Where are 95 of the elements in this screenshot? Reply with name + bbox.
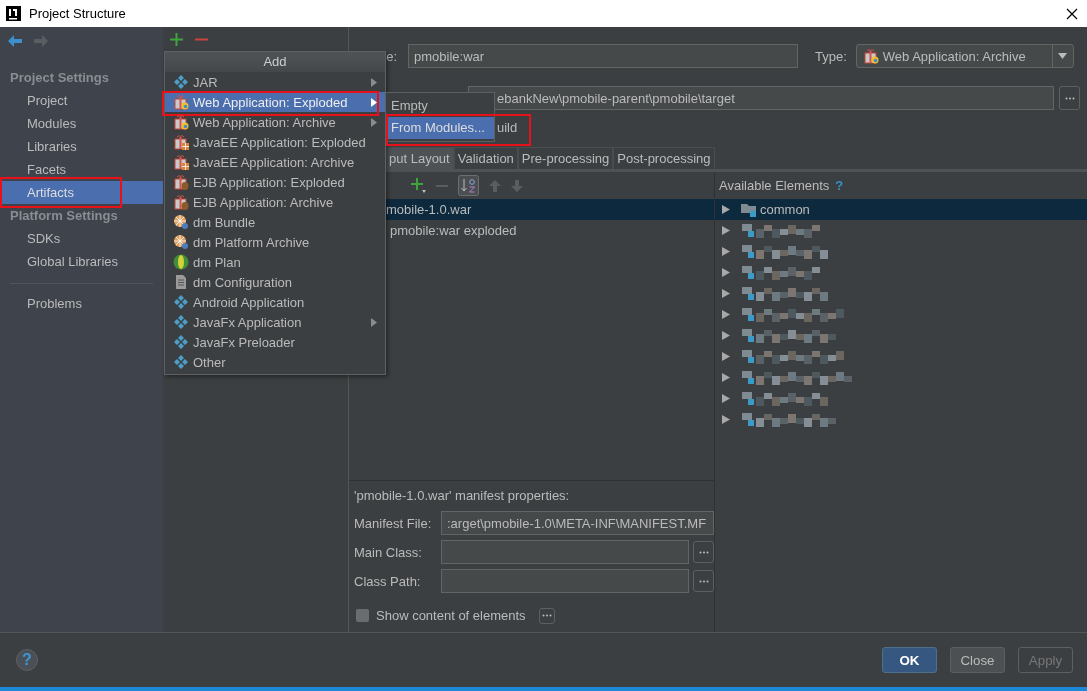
menu-item[interactable]: From Modules... — [386, 117, 494, 139]
expand-arrow-icon — [722, 205, 730, 214]
plus-icon — [170, 33, 183, 46]
modules-icon — [173, 354, 189, 370]
menu-item[interactable]: Other — [165, 352, 385, 372]
gift-globe-icon — [173, 114, 189, 130]
menu-item[interactable]: JavaFx Application — [165, 312, 385, 332]
browse-button[interactable] — [693, 570, 714, 592]
dropdown-arrow-icon — [1058, 53, 1068, 59]
gift-globe-icon — [862, 48, 879, 64]
menu-item[interactable]: JavaEE Application: Archive — [165, 152, 385, 172]
menu-title: Add — [165, 52, 385, 72]
gift-bean-icon — [173, 194, 189, 210]
text-field[interactable] — [441, 540, 689, 564]
ellipsis-icon — [1064, 96, 1075, 100]
checkbox-label: uild — [497, 120, 518, 135]
tab[interactable]: Post-processing — [613, 147, 715, 169]
expand-arrow-icon — [722, 268, 730, 277]
sidebar-item[interactable]: Problems — [0, 292, 163, 315]
expand-arrow-icon — [722, 352, 730, 361]
tab[interactable]: Pre-processing — [517, 147, 614, 169]
field-label: Type: — [815, 48, 847, 64]
menu-item[interactable]: Android Application — [165, 292, 385, 312]
field-label: Class Path: — [354, 573, 422, 589]
field-label: Manifest File: — [354, 515, 433, 531]
globe-icon — [173, 254, 189, 270]
field-label: e: — [385, 48, 397, 64]
close-icon — [1066, 7, 1078, 20]
window-title: Project Structure — [29, 6, 127, 21]
text-field[interactable] — [441, 569, 689, 593]
expand-arrow-icon — [722, 415, 730, 424]
menu-item[interactable]: JavaEE Application: Exploded — [165, 132, 385, 152]
app-icon — [6, 6, 21, 21]
name-field[interactable]: pmobile:war — [408, 44, 798, 68]
module-folder-icon — [741, 202, 757, 217]
expand-arrow-icon — [722, 226, 730, 235]
gift-globe-icon — [173, 94, 189, 110]
up-arrow-icon — [489, 179, 501, 192]
section-heading: 'pmobile-1.0.war' manifest properties: — [354, 488, 571, 504]
text-field[interactable]: :arget\pmobile-1.0\META-INF\MANIFEST.MF — [441, 511, 714, 535]
browse-button[interactable] — [693, 541, 714, 563]
checkbox[interactable] — [356, 609, 369, 622]
modules-icon — [173, 294, 189, 310]
ball-icon — [173, 234, 189, 250]
sidebar-item[interactable]: SDKs — [0, 227, 163, 250]
sort-icon — [458, 175, 479, 196]
expand-arrow-icon — [722, 373, 730, 382]
modules-icon — [173, 314, 189, 330]
menu-item[interactable]: JavaFx Preloader — [165, 332, 385, 352]
menu-item[interactable]: dm Configuration — [165, 272, 385, 292]
gift-grid-icon — [173, 134, 189, 150]
section-header: Platform Settings — [9, 207, 119, 225]
sidebar-item[interactable]: Global Libraries — [0, 250, 163, 273]
expand-arrow-icon — [722, 394, 730, 403]
field-label: Main Class: — [354, 544, 423, 560]
document-icon — [173, 274, 189, 290]
sidebar-item[interactable]: Libraries — [0, 135, 163, 158]
ellipsis-icon — [698, 550, 709, 554]
forward-icon — [34, 35, 48, 47]
browse-button[interactable] — [1059, 86, 1080, 110]
modules-icon — [173, 74, 189, 90]
section-header: Project Settings — [9, 69, 110, 87]
menu-item[interactable]: EJB Application: Exploded — [165, 172, 385, 192]
sidebar-item[interactable]: Artifacts — [0, 181, 163, 204]
options-button[interactable] — [538, 607, 555, 624]
ellipsis-icon — [698, 579, 709, 583]
ellipsis-icon — [541, 614, 552, 617]
tab[interactable]: Validation — [453, 147, 518, 169]
expand-arrow-icon — [722, 331, 730, 340]
expand-arrow-icon — [722, 310, 730, 319]
tree-item[interactable]: common — [715, 199, 1087, 220]
sidebar-item[interactable]: Project — [0, 89, 163, 112]
checkbox-label: Show content of elements — [376, 608, 526, 623]
gift-grid-icon — [173, 154, 189, 170]
menu-item[interactable]: dm Plan — [165, 252, 385, 272]
output-directory-field[interactable]: ebankNew\pmobile-parent\pmobile\target — [468, 86, 1054, 110]
type-dropdown[interactable]: Web Application: Archive — [855, 44, 1074, 68]
tab[interactable]: put Layout — [385, 147, 454, 169]
help-link[interactable]: ? — [835, 178, 844, 193]
menu-item[interactable]: Web Application: Archive — [165, 112, 385, 132]
sidebar-item[interactable]: Modules — [0, 112, 163, 135]
modules-icon — [173, 334, 189, 350]
menu-item[interactable]: dm Platform Archive — [165, 232, 385, 252]
back-icon — [8, 35, 22, 47]
dialog-button[interactable]: Close — [950, 647, 1005, 673]
menu-item[interactable]: JAR — [165, 72, 385, 92]
panel-title: Available Elements — [719, 178, 830, 193]
down-arrow-icon — [511, 179, 523, 192]
add-icon — [411, 178, 426, 193]
sidebar-item[interactable]: Facets — [0, 158, 163, 181]
ball-icon — [173, 214, 189, 230]
expand-arrow-icon — [722, 247, 730, 256]
dialog-button[interactable]: OK — [882, 647, 937, 673]
expand-arrow-icon — [722, 289, 730, 298]
gift-bean-icon — [173, 174, 189, 190]
